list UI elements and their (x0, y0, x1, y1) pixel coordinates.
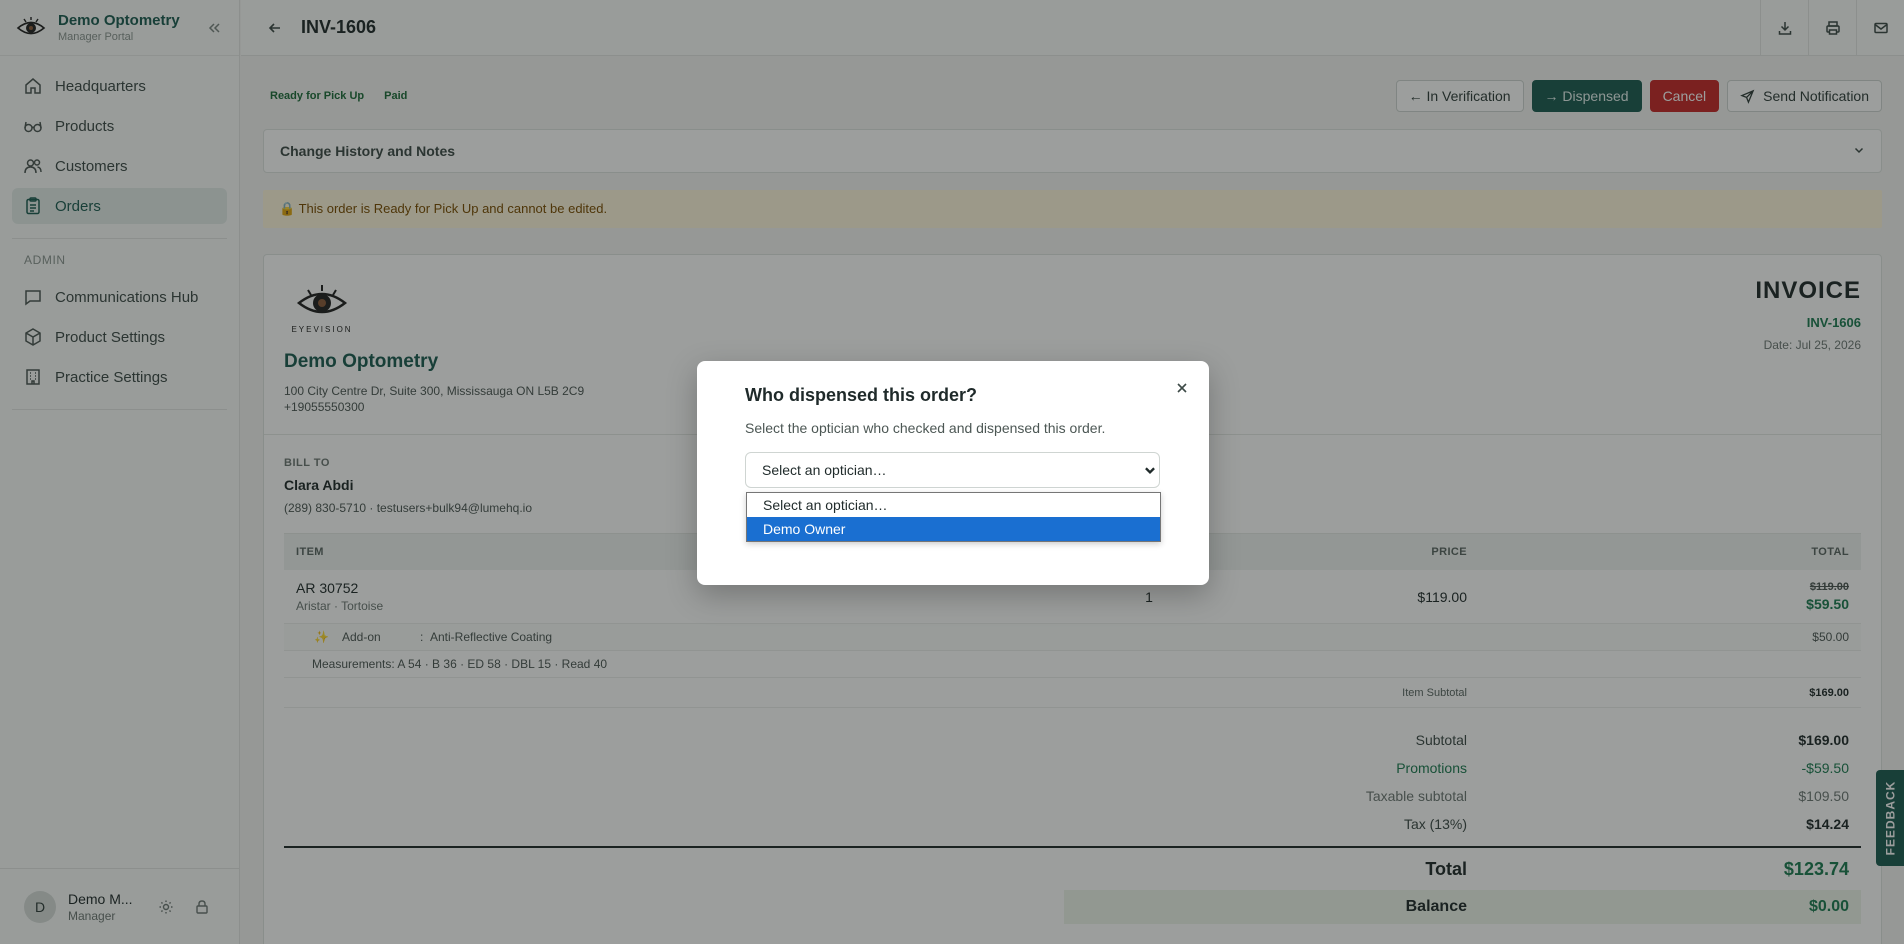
dialog-title: Who dispensed this order? (745, 385, 978, 405)
optician-option-selected[interactable]: Demo Owner (747, 517, 1160, 541)
optician-dropdown-list: Select an optician… Demo Owner (746, 492, 1161, 542)
optician-option[interactable]: Select an optician… (747, 493, 1160, 517)
chevron-down-icon (1143, 463, 1157, 480)
optician-select[interactable]: Select an optician… (745, 452, 1160, 488)
close-icon[interactable] (1171, 377, 1193, 399)
dispensed-by-dialog: Who dispensed this order? Select the opt… (697, 361, 1209, 585)
dialog-description: Select the optician who checked and disp… (745, 420, 1106, 436)
optician-select-value: Select an optician… (762, 462, 887, 478)
